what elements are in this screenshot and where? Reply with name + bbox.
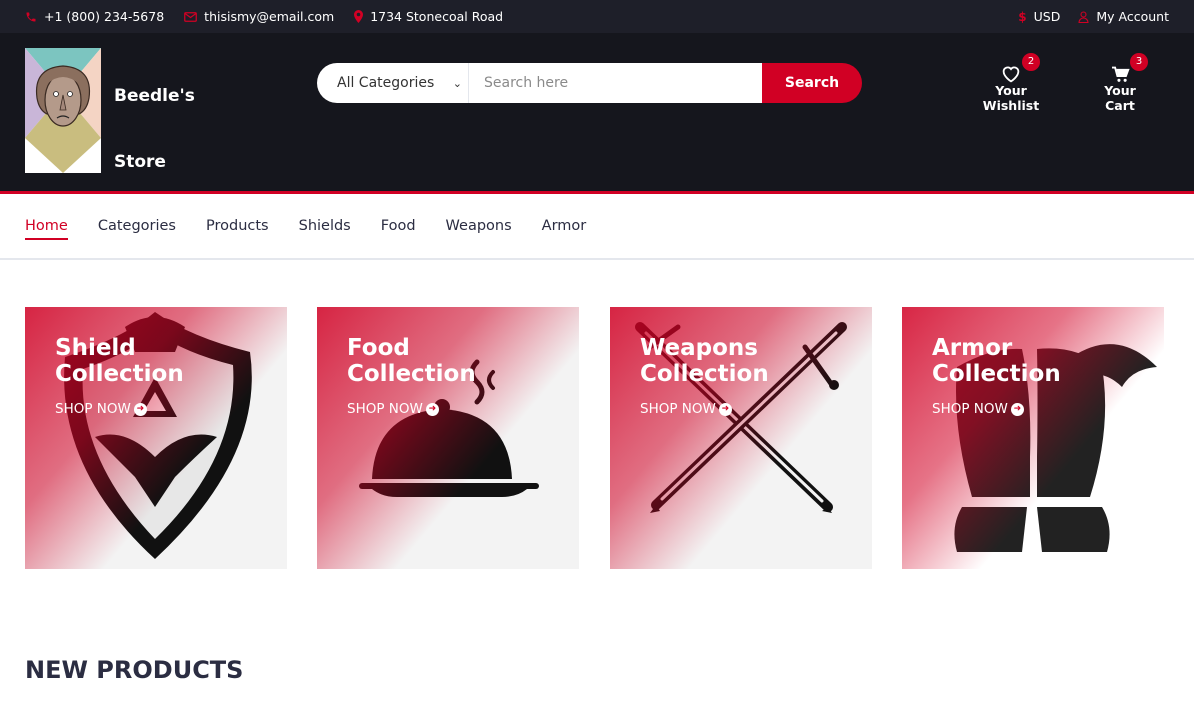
arrow-circle-right-icon: ➜ [718,402,732,416]
category-select-value: All Categories [337,75,435,91]
food-shop-now-link[interactable]: SHOP NOW ➜ [347,401,439,417]
shield-title-line2: Collection [55,361,184,387]
dollar-icon: $ [1018,9,1027,24]
wishlist-icon-wrap: 2 [970,53,1052,83]
address-link[interactable]: 1734 Stonecoal Road [354,9,503,24]
store-name-line2: Store [114,152,166,172]
weapons-collection-title: Weapons Collection [640,335,860,387]
armor-title-line2: Collection [932,361,1061,387]
shield-shop-now-link[interactable]: SHOP NOW ➜ [55,401,147,417]
arrow-circle-right-icon: ➜ [425,402,439,416]
wishlist-label: Your Wishlist [982,83,1040,113]
search-button[interactable]: Search [762,63,862,103]
nav-weapons[interactable]: Weapons [446,212,512,240]
nav-armor[interactable]: Armor [542,212,587,240]
shield-collection-card[interactable]: Shield Collection SHOP NOW ➜ [25,307,287,569]
cart-count-badge: 3 [1130,53,1148,71]
store-logo[interactable] [25,48,101,173]
armor-shop-now-link[interactable]: SHOP NOW ➜ [932,401,1024,417]
email-link[interactable]: thisismy@email.com [184,9,334,24]
nav-shields[interactable]: Shields [299,212,351,240]
food-collection-title: Food Collection [347,335,567,387]
shop-now-label: SHOP NOW [640,401,716,417]
header: Beedle's Store All Categories ⌄ Search h… [0,33,1194,194]
nav-products[interactable]: Products [206,212,269,240]
weapons-title-line1: Weapons [640,335,758,361]
armor-collection-title: Armor Collection [932,335,1152,387]
cart-icon-wrap: 3 [1089,53,1151,83]
shop-now-label: SHOP NOW [932,401,1008,417]
weapons-collection-card[interactable]: Weapons Collection SHOP NOW ➜ [610,307,872,569]
search-input[interactable]: Search here [469,63,762,103]
shield-collection-title: Shield Collection [55,335,275,387]
envelope-icon [184,11,198,23]
currency-text: USD [1033,9,1061,24]
arrow-circle-right-icon: ➜ [133,402,147,416]
category-select[interactable]: All Categories ⌄ [317,63,469,103]
wishlist-count-badge: 2 [1022,53,1040,71]
store-name[interactable]: Beedle's Store [114,63,224,195]
phone-text: +1 (800) 234-5678 [44,9,165,24]
currency-selector[interactable]: $ USD [1018,9,1060,24]
shop-now-label: SHOP NOW [347,401,423,417]
phone-link[interactable]: +1 (800) 234-5678 [25,9,164,24]
chevron-down-icon: ⌄ [452,76,462,90]
food-collection-card[interactable]: Food Collection SHOP NOW ➜ [317,307,579,569]
shop-now-label: SHOP NOW [55,401,131,417]
cart-link[interactable]: 3 Your Cart [1089,53,1151,113]
armor-title-line1: Armor [932,335,1013,361]
cart-label: Your Cart [1104,83,1136,113]
search-button-label: Search [784,75,840,91]
email-text: thisismy@email.com [204,9,335,24]
my-account-link[interactable]: My Account [1078,9,1169,24]
heart-icon [1002,66,1020,83]
cart-icon [1111,66,1130,82]
arrow-circle-right-icon: ➜ [1010,402,1024,416]
wishlist-link[interactable]: 2 Your Wishlist [970,53,1052,113]
search-form: All Categories ⌄ Search here Search [317,63,862,103]
weapons-shop-now-link[interactable]: SHOP NOW ➜ [640,401,732,417]
store-name-line1: Beedle's [114,86,195,106]
collections-grid: Shield Collection SHOP NOW ➜ Food Collec… [25,307,1170,569]
new-products-heading: NEW PRODUCTS [25,656,244,684]
food-title-line2: Collection [347,361,476,387]
my-account-text: My Account [1096,9,1169,24]
main-nav: Home Categories Products Shields Food We… [0,194,1194,260]
shield-title-line1: Shield [55,335,136,361]
nav-home[interactable]: Home [25,212,68,240]
armor-collection-card[interactable]: Armor Collection SHOP NOW ➜ [902,307,1164,569]
search-placeholder: Search here [484,75,569,91]
food-title-line1: Food [347,335,410,361]
map-marker-icon [354,10,364,23]
phone-icon [25,11,37,23]
weapons-title-line2: Collection [640,361,769,387]
nav-food[interactable]: Food [381,212,416,240]
top-bar: +1 (800) 234-5678 thisismy@email.com 173… [0,0,1194,33]
address-text: 1734 Stonecoal Road [370,9,504,24]
user-icon [1078,10,1089,23]
nav-categories[interactable]: Categories [98,212,176,240]
